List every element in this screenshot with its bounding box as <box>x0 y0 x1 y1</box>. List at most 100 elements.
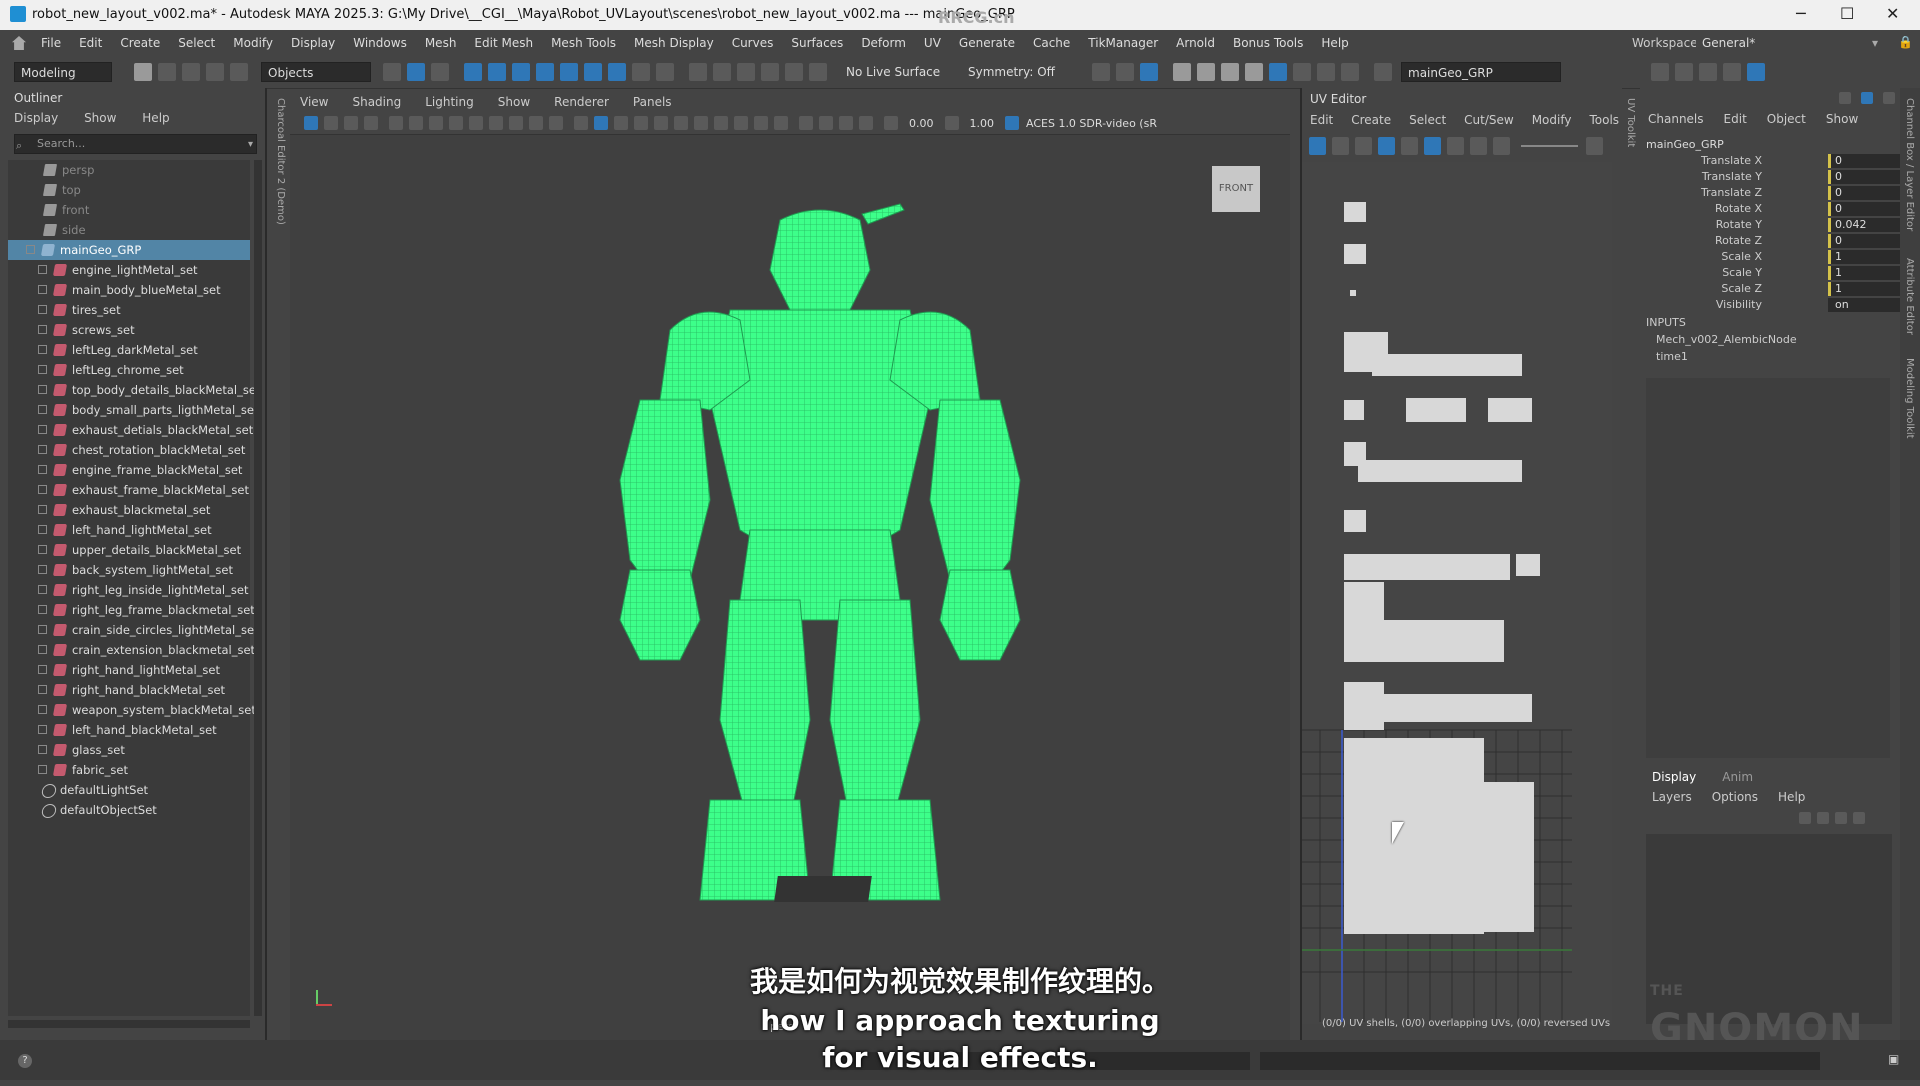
chevron-down-icon[interactable]: ▾ <box>1872 36 1878 50</box>
select-camera-icon[interactable] <box>304 116 318 130</box>
uv-menu-tools[interactable]: Tools <box>1589 110 1619 130</box>
uv-channels-icon[interactable] <box>1493 137 1511 155</box>
gamma-icon[interactable] <box>944 116 959 130</box>
uv-checker-icon[interactable] <box>1424 137 1442 155</box>
channel-value-field[interactable]: 0 <box>1828 186 1907 200</box>
menu-uv[interactable]: UV <box>915 30 950 56</box>
exposure-icon[interactable] <box>884 116 898 130</box>
channel-box-side-tab[interactable]: Channel Box / Layer Editor <box>1904 98 1915 231</box>
arnold-render-icon[interactable] <box>1269 63 1287 81</box>
channel-menu-channels[interactable]: Channels <box>1648 112 1704 126</box>
snap-live-icon[interactable] <box>584 63 602 81</box>
minimize-icon[interactable]: ─ <box>1796 4 1806 23</box>
outliner-item-persp[interactable]: persp <box>8 160 250 180</box>
menu-create[interactable]: Create <box>111 30 169 56</box>
grid-icon[interactable] <box>429 116 443 130</box>
outliner-set-item[interactable]: leftLeg_chrome_set <box>8 360 250 380</box>
select-hierarchy-icon[interactable] <box>383 63 401 81</box>
expand-toggle-icon[interactable] <box>38 725 47 734</box>
channel-scale-x[interactable]: Scale X1 <box>1650 250 1907 266</box>
use-default-material-icon[interactable] <box>614 116 628 130</box>
menu-edit[interactable]: Edit <box>70 30 111 56</box>
outliner-set-item[interactable]: upper_details_blackMetal_set <box>8 540 250 560</box>
outliner-set-item[interactable]: fabric_set <box>8 760 250 780</box>
expand-toggle-icon[interactable] <box>38 525 47 534</box>
expand-toggle-icon[interactable] <box>38 405 47 414</box>
channel-menu-edit[interactable]: Edit <box>1724 112 1747 126</box>
menu-tikmanager[interactable]: TikManager <box>1079 30 1167 56</box>
maximize-icon[interactable]: ☐ <box>1840 4 1854 23</box>
expand-toggle-icon[interactable] <box>38 585 47 594</box>
uv-editor-toggle-icon[interactable] <box>1140 63 1158 81</box>
expand-toggle-icon[interactable] <box>26 245 35 254</box>
snap-point-icon[interactable] <box>512 63 530 81</box>
open-scene-icon[interactable] <box>158 63 176 81</box>
expand-toggle-icon[interactable] <box>38 465 47 474</box>
render-view-icon[interactable] <box>1173 63 1191 81</box>
gamma-field[interactable]: 1.00 <box>970 117 995 130</box>
channel-menu-show[interactable]: Show <box>1826 112 1858 126</box>
use-all-lights-icon[interactable] <box>674 116 688 130</box>
expand-toggle-icon[interactable] <box>38 705 47 714</box>
uv-image-icon[interactable] <box>1470 137 1488 155</box>
outliner-menu-help[interactable]: Help <box>142 111 169 125</box>
menu-help[interactable]: Help <box>1312 30 1357 56</box>
expand-toggle-icon[interactable] <box>38 305 47 314</box>
outliner-set-item[interactable]: engine_lightMetal_set <box>8 260 250 280</box>
outliner-set-item[interactable]: chest_rotation_blackMetal_set <box>8 440 250 460</box>
xray-joints-icon[interactable] <box>839 116 853 130</box>
menu-mesh-display[interactable]: Mesh Display <box>625 30 723 56</box>
uv-toolkit-side-label[interactable]: UV Toolkit <box>1622 98 1636 147</box>
uv-canvas[interactable] <box>1302 162 1612 1024</box>
outliner-set-item[interactable]: crain_side_circles_lightMetal_set <box>8 620 259 640</box>
viewport-menu-shading[interactable]: Shading <box>352 92 401 112</box>
selected-object-field[interactable]: mainGeo_GRP <box>1401 62 1561 82</box>
screen-space-ao-icon[interactable] <box>714 116 728 130</box>
menu-bonus-tools[interactable]: Bonus Tools <box>1224 30 1312 56</box>
menu-edit-mesh[interactable]: Edit Mesh <box>465 30 542 56</box>
bookmarks-icon[interactable] <box>344 116 358 130</box>
uv-toolbar-more-icon[interactable] <box>1586 137 1604 155</box>
modeling-toolkit-side-tab[interactable]: Modeling Toolkit <box>1904 358 1915 439</box>
input-node-item[interactable]: time1 <box>1646 350 1797 363</box>
outliner-item-defaultLightSet[interactable]: defaultLightSet <box>8 780 250 800</box>
panel-layout-two-icon[interactable] <box>1116 63 1134 81</box>
outliner-set-item[interactable]: weapon_system_blackMetal_set <box>8 700 256 720</box>
viewport-menu-renderer[interactable]: Renderer <box>554 92 609 112</box>
new-layer-selected-icon[interactable] <box>1853 812 1865 824</box>
outliner-set-item[interactable]: exhaust_detials_blackMetal_set <box>8 420 253 440</box>
layers-menu-layers[interactable]: Layers <box>1652 790 1692 804</box>
menu-surfaces[interactable]: Surfaces <box>782 30 852 56</box>
field-chart-icon[interactable] <box>509 116 523 130</box>
depth-of-field-icon[interactable] <box>774 116 788 130</box>
hypershade-icon[interactable] <box>1245 63 1263 81</box>
channel-scale-y[interactable]: Scale Y1 <box>1650 266 1907 282</box>
workspace-dropdown[interactable]: General* <box>1696 33 1886 53</box>
channel-value-field[interactable]: 0 <box>1828 154 1907 168</box>
outliner-set-item[interactable]: right_hand_blackMetal_set <box>8 680 250 700</box>
pin-icon[interactable] <box>1839 92 1851 104</box>
outliner-item-defaultObjectSet[interactable]: defaultObjectSet <box>8 800 250 820</box>
render-settings-icon[interactable] <box>809 63 827 81</box>
expand-toggle-icon[interactable] <box>38 285 47 294</box>
channel-box-toggle-icon[interactable] <box>1747 63 1765 81</box>
tab-anim[interactable]: Anim <box>1722 770 1753 784</box>
menu-mesh-tools[interactable]: Mesh Tools <box>542 30 625 56</box>
modeling-toolkit-icon[interactable] <box>1651 63 1669 81</box>
uv-menu-modify[interactable]: Modify <box>1532 110 1572 130</box>
xray-icon[interactable] <box>819 116 833 130</box>
expand-toggle-icon[interactable] <box>38 325 47 334</box>
menu-cache[interactable]: Cache <box>1024 30 1079 56</box>
layers-menu-options[interactable]: Options <box>1712 790 1758 804</box>
menu-curves[interactable]: Curves <box>723 30 783 56</box>
construction-history-icon[interactable] <box>737 63 755 81</box>
wireframe-on-shaded-icon[interactable] <box>634 116 648 130</box>
uv-distortion-icon[interactable] <box>1401 137 1419 155</box>
outliner-menu-display[interactable]: Display <box>14 111 58 125</box>
channel-value-field[interactable]: 1 <box>1828 266 1907 280</box>
new-scene-icon[interactable] <box>134 63 152 81</box>
menu-select[interactable]: Select <box>169 30 224 56</box>
outliner-set-item[interactable]: right_leg_inside_lightMetal_set <box>8 580 250 600</box>
smooth-shade-icon[interactable] <box>594 116 608 130</box>
snap-surface-icon[interactable] <box>560 63 578 81</box>
